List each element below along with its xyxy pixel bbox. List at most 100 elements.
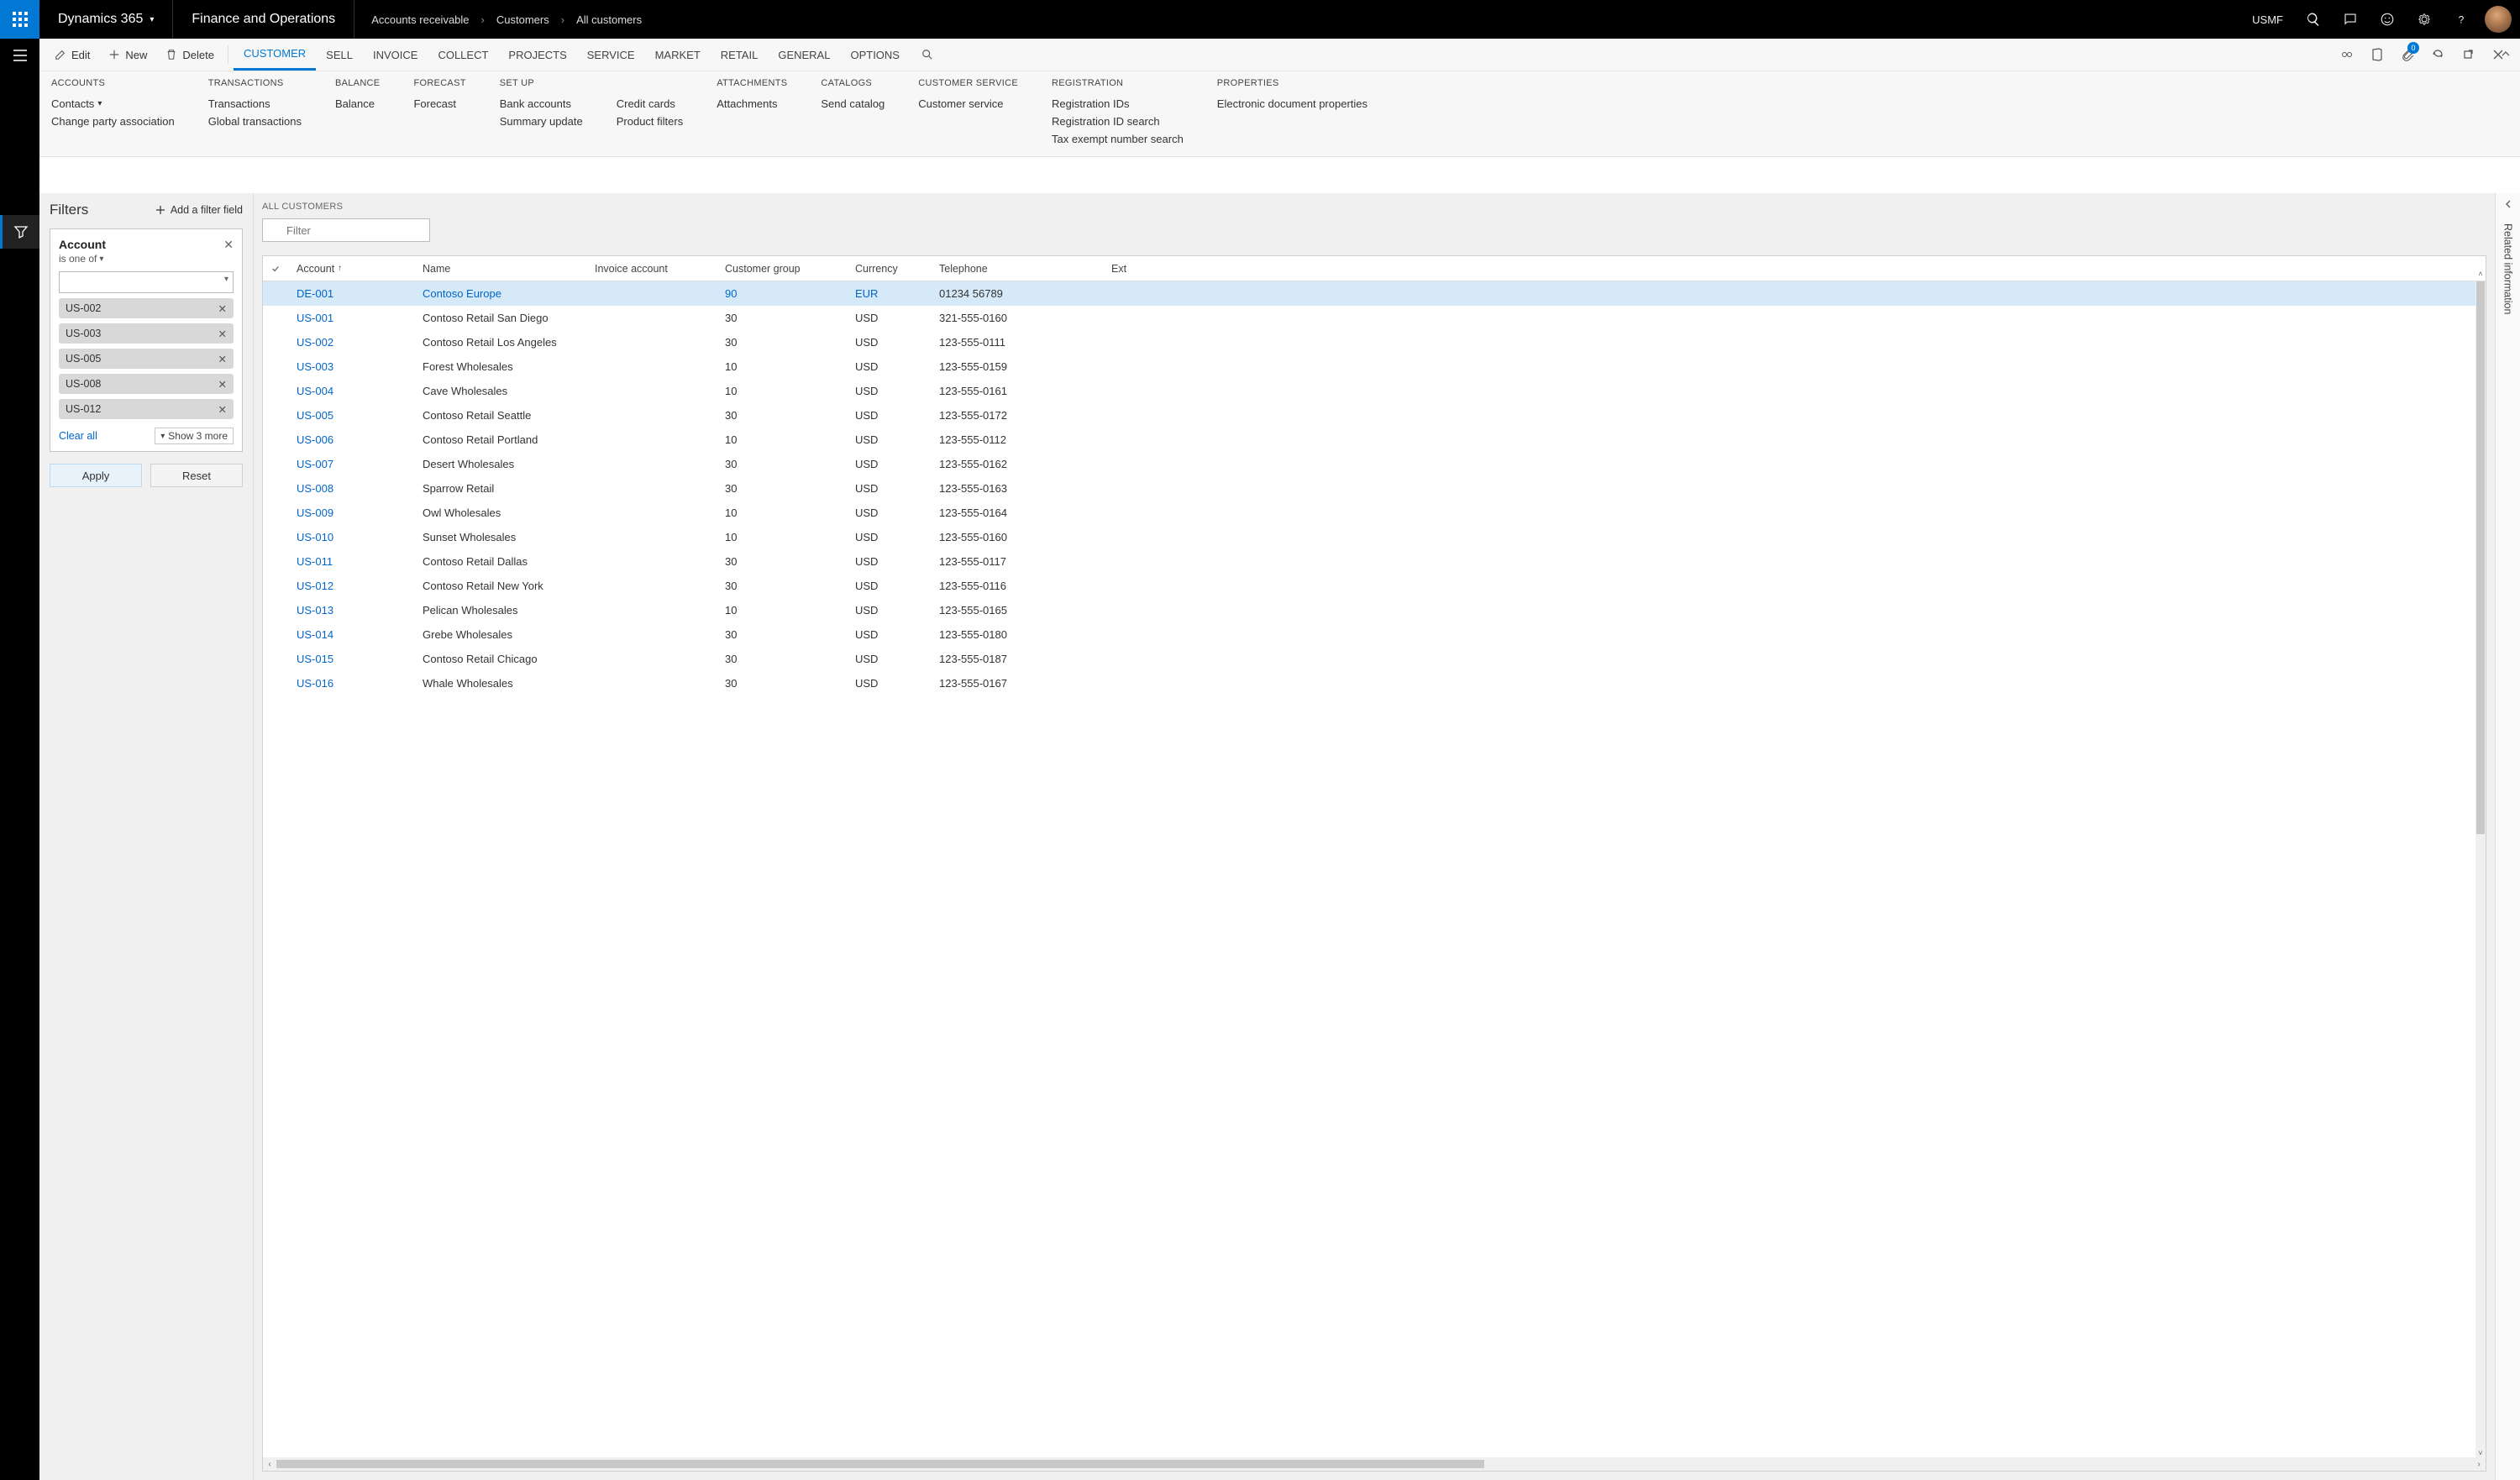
reset-filters-button[interactable]: Reset (150, 464, 243, 487)
breadcrumb-item[interactable]: Accounts receivable (371, 13, 469, 26)
ribbon-collapse-button[interactable] (2500, 48, 2512, 64)
ribbon-link[interactable]: Contacts ▾ (51, 95, 175, 113)
breadcrumb-item[interactable]: All customers (576, 13, 642, 26)
popout-button[interactable] (2453, 39, 2483, 71)
scroll-right-icon[interactable]: › (2472, 1460, 2486, 1469)
ribbon-link[interactable]: Global transactions (208, 113, 302, 130)
ribbon-link[interactable]: Product filters (617, 113, 683, 130)
chevron-down-icon[interactable]: ▾ (224, 275, 228, 284)
col-header-group[interactable]: Customer group (717, 256, 847, 281)
filter-chip-remove[interactable]: ✕ (218, 302, 227, 315)
cell-acct[interactable]: US-016 (288, 677, 414, 690)
ribbon-link[interactable]: Registration IDs (1052, 95, 1184, 113)
tab-options[interactable]: OPTIONS (840, 39, 910, 71)
scroll-left-icon[interactable]: ‹ (263, 1460, 276, 1469)
col-header-telephone[interactable]: Telephone (931, 256, 1103, 281)
filter-chip-remove[interactable]: ✕ (218, 353, 227, 365)
nav-menu-button[interactable] (0, 39, 39, 72)
cell-acct[interactable]: US-005 (288, 409, 414, 422)
feedback-button[interactable] (2369, 0, 2406, 39)
table-row[interactable]: US-009Owl Wholesales10USD123-555-0164 (263, 501, 2475, 525)
tab-invoice[interactable]: INVOICE (363, 39, 428, 71)
settings-button[interactable] (2406, 0, 2443, 39)
ribbon-link[interactable]: Change party association (51, 113, 175, 130)
table-row[interactable]: US-016Whale Wholesales30USD123-555-0167 (263, 671, 2475, 695)
table-row[interactable]: US-003Forest Wholesales10USD123-555-0159 (263, 354, 2475, 379)
filter-chip-remove[interactable]: ✕ (218, 403, 227, 416)
cell-acct[interactable]: US-006 (288, 433, 414, 446)
cell-acct[interactable]: US-008 (288, 482, 414, 495)
cell-acct[interactable]: US-001 (288, 312, 414, 324)
cell-acct[interactable]: US-013 (288, 604, 414, 617)
ribbon-link[interactable]: Bank accounts (500, 95, 583, 113)
col-header-invoice[interactable]: Invoice account (586, 256, 717, 281)
horizontal-scrollbar[interactable]: ‹ › (263, 1457, 2486, 1471)
table-row[interactable]: US-014Grebe Wholesales30USD123-555-0180 (263, 622, 2475, 647)
tab-market[interactable]: MARKET (645, 39, 711, 71)
filter-chip-remove[interactable]: ✕ (218, 328, 227, 340)
filter-card-close[interactable]: ✕ (223, 238, 234, 252)
table-row[interactable]: US-011Contoso Retail Dallas30USD123-555-… (263, 549, 2475, 574)
cell-acct[interactable]: US-002 (288, 336, 414, 349)
table-row[interactable]: US-013Pelican Wholesales10USD123-555-016… (263, 598, 2475, 622)
table-row[interactable]: US-007Desert Wholesales30USD123-555-0162 (263, 452, 2475, 476)
ribbon-link[interactable]: Registration ID search (1052, 113, 1184, 130)
table-row[interactable]: US-006Contoso Retail Portland10USD123-55… (263, 428, 2475, 452)
cell-acct[interactable]: US-007 (288, 458, 414, 470)
apply-filters-button[interactable]: Apply (50, 464, 142, 487)
filter-value-input[interactable] (59, 271, 234, 293)
ribbon-link[interactable]: Attachments (717, 95, 777, 113)
help-button[interactable]: ? (2443, 0, 2480, 39)
tab-projects[interactable]: PROJECTS (498, 39, 576, 71)
vertical-scrollbar[interactable]: ˄ ˅ (2475, 281, 2486, 1457)
grid-quick-filter[interactable] (262, 218, 430, 242)
select-all-checkbox[interactable] (263, 256, 288, 281)
table-row[interactable]: US-005Contoso Retail Seattle30USD123-555… (263, 403, 2475, 428)
cell-acct[interactable]: US-014 (288, 628, 414, 641)
tab-customer[interactable]: CUSTOMER (234, 39, 316, 71)
office-button[interactable] (2362, 39, 2392, 71)
col-header-ext[interactable]: Ext (1103, 256, 2486, 281)
table-row[interactable]: US-004Cave Wholesales10USD123-555-0161 (263, 379, 2475, 403)
scrollbar-thumb[interactable] (2476, 281, 2485, 834)
search-button[interactable] (2295, 0, 2332, 39)
app-launcher[interactable] (0, 0, 39, 39)
action-search-button[interactable] (911, 39, 943, 71)
cell-acct[interactable]: US-010 (288, 531, 414, 543)
cell-acct[interactable]: US-011 (288, 555, 414, 568)
ribbon-link[interactable]: Send catalog (821, 95, 885, 113)
ribbon-link[interactable]: Forecast (413, 95, 456, 113)
tab-retail[interactable]: RETAIL (711, 39, 769, 71)
tab-service[interactable]: SERVICE (577, 39, 645, 71)
filter-operator-dropdown[interactable]: is one of▾ (59, 253, 106, 265)
cell-acct[interactable]: US-004 (288, 385, 414, 397)
table-row[interactable]: DE-001Contoso Europe90EUR01234 56789 (263, 281, 2475, 306)
related-info-toggle[interactable] (2503, 198, 2513, 213)
avatar[interactable] (2485, 6, 2512, 33)
table-row[interactable]: US-012Contoso Retail New York30USD123-55… (263, 574, 2475, 598)
ribbon-link[interactable]: Tax exempt number search (1052, 130, 1184, 148)
delete-button[interactable]: Delete (157, 39, 223, 71)
cell-acct[interactable]: US-012 (288, 580, 414, 592)
ribbon-link[interactable]: Customer service (918, 95, 1003, 113)
tab-sell[interactable]: SELL (316, 39, 363, 71)
personalize-button[interactable] (2332, 39, 2362, 71)
table-row[interactable]: US-002Contoso Retail Los Angeles30USD123… (263, 330, 2475, 354)
tab-collect[interactable]: COLLECT (428, 39, 498, 71)
edit-button[interactable]: Edit (46, 39, 98, 71)
ribbon-link[interactable]: Electronic document properties (1217, 95, 1368, 113)
table-row[interactable]: US-008Sparrow Retail30USD123-555-0163 (263, 476, 2475, 501)
table-row[interactable]: US-010Sunset Wholesales10USD123-555-0160 (263, 525, 2475, 549)
filter-clear-all[interactable]: Clear all (59, 430, 97, 442)
scroll-up-icon[interactable]: ˄ (2475, 270, 2486, 280)
col-header-currency[interactable]: Currency (847, 256, 931, 281)
tab-general[interactable]: GENERAL (768, 39, 840, 71)
filter-show-more[interactable]: ▾Show 3 more (155, 428, 234, 444)
ribbon-link[interactable]: Transactions (208, 95, 302, 113)
add-filter-button[interactable]: Add a filter field (155, 204, 243, 216)
col-header-account[interactable]: Account↑ (288, 256, 414, 281)
cell-acct[interactable]: US-003 (288, 360, 414, 373)
messages-button[interactable] (2332, 0, 2369, 39)
ribbon-link[interactable]: Summary update (500, 113, 583, 130)
table-row[interactable]: US-015Contoso Retail Chicago30USD123-555… (263, 647, 2475, 671)
